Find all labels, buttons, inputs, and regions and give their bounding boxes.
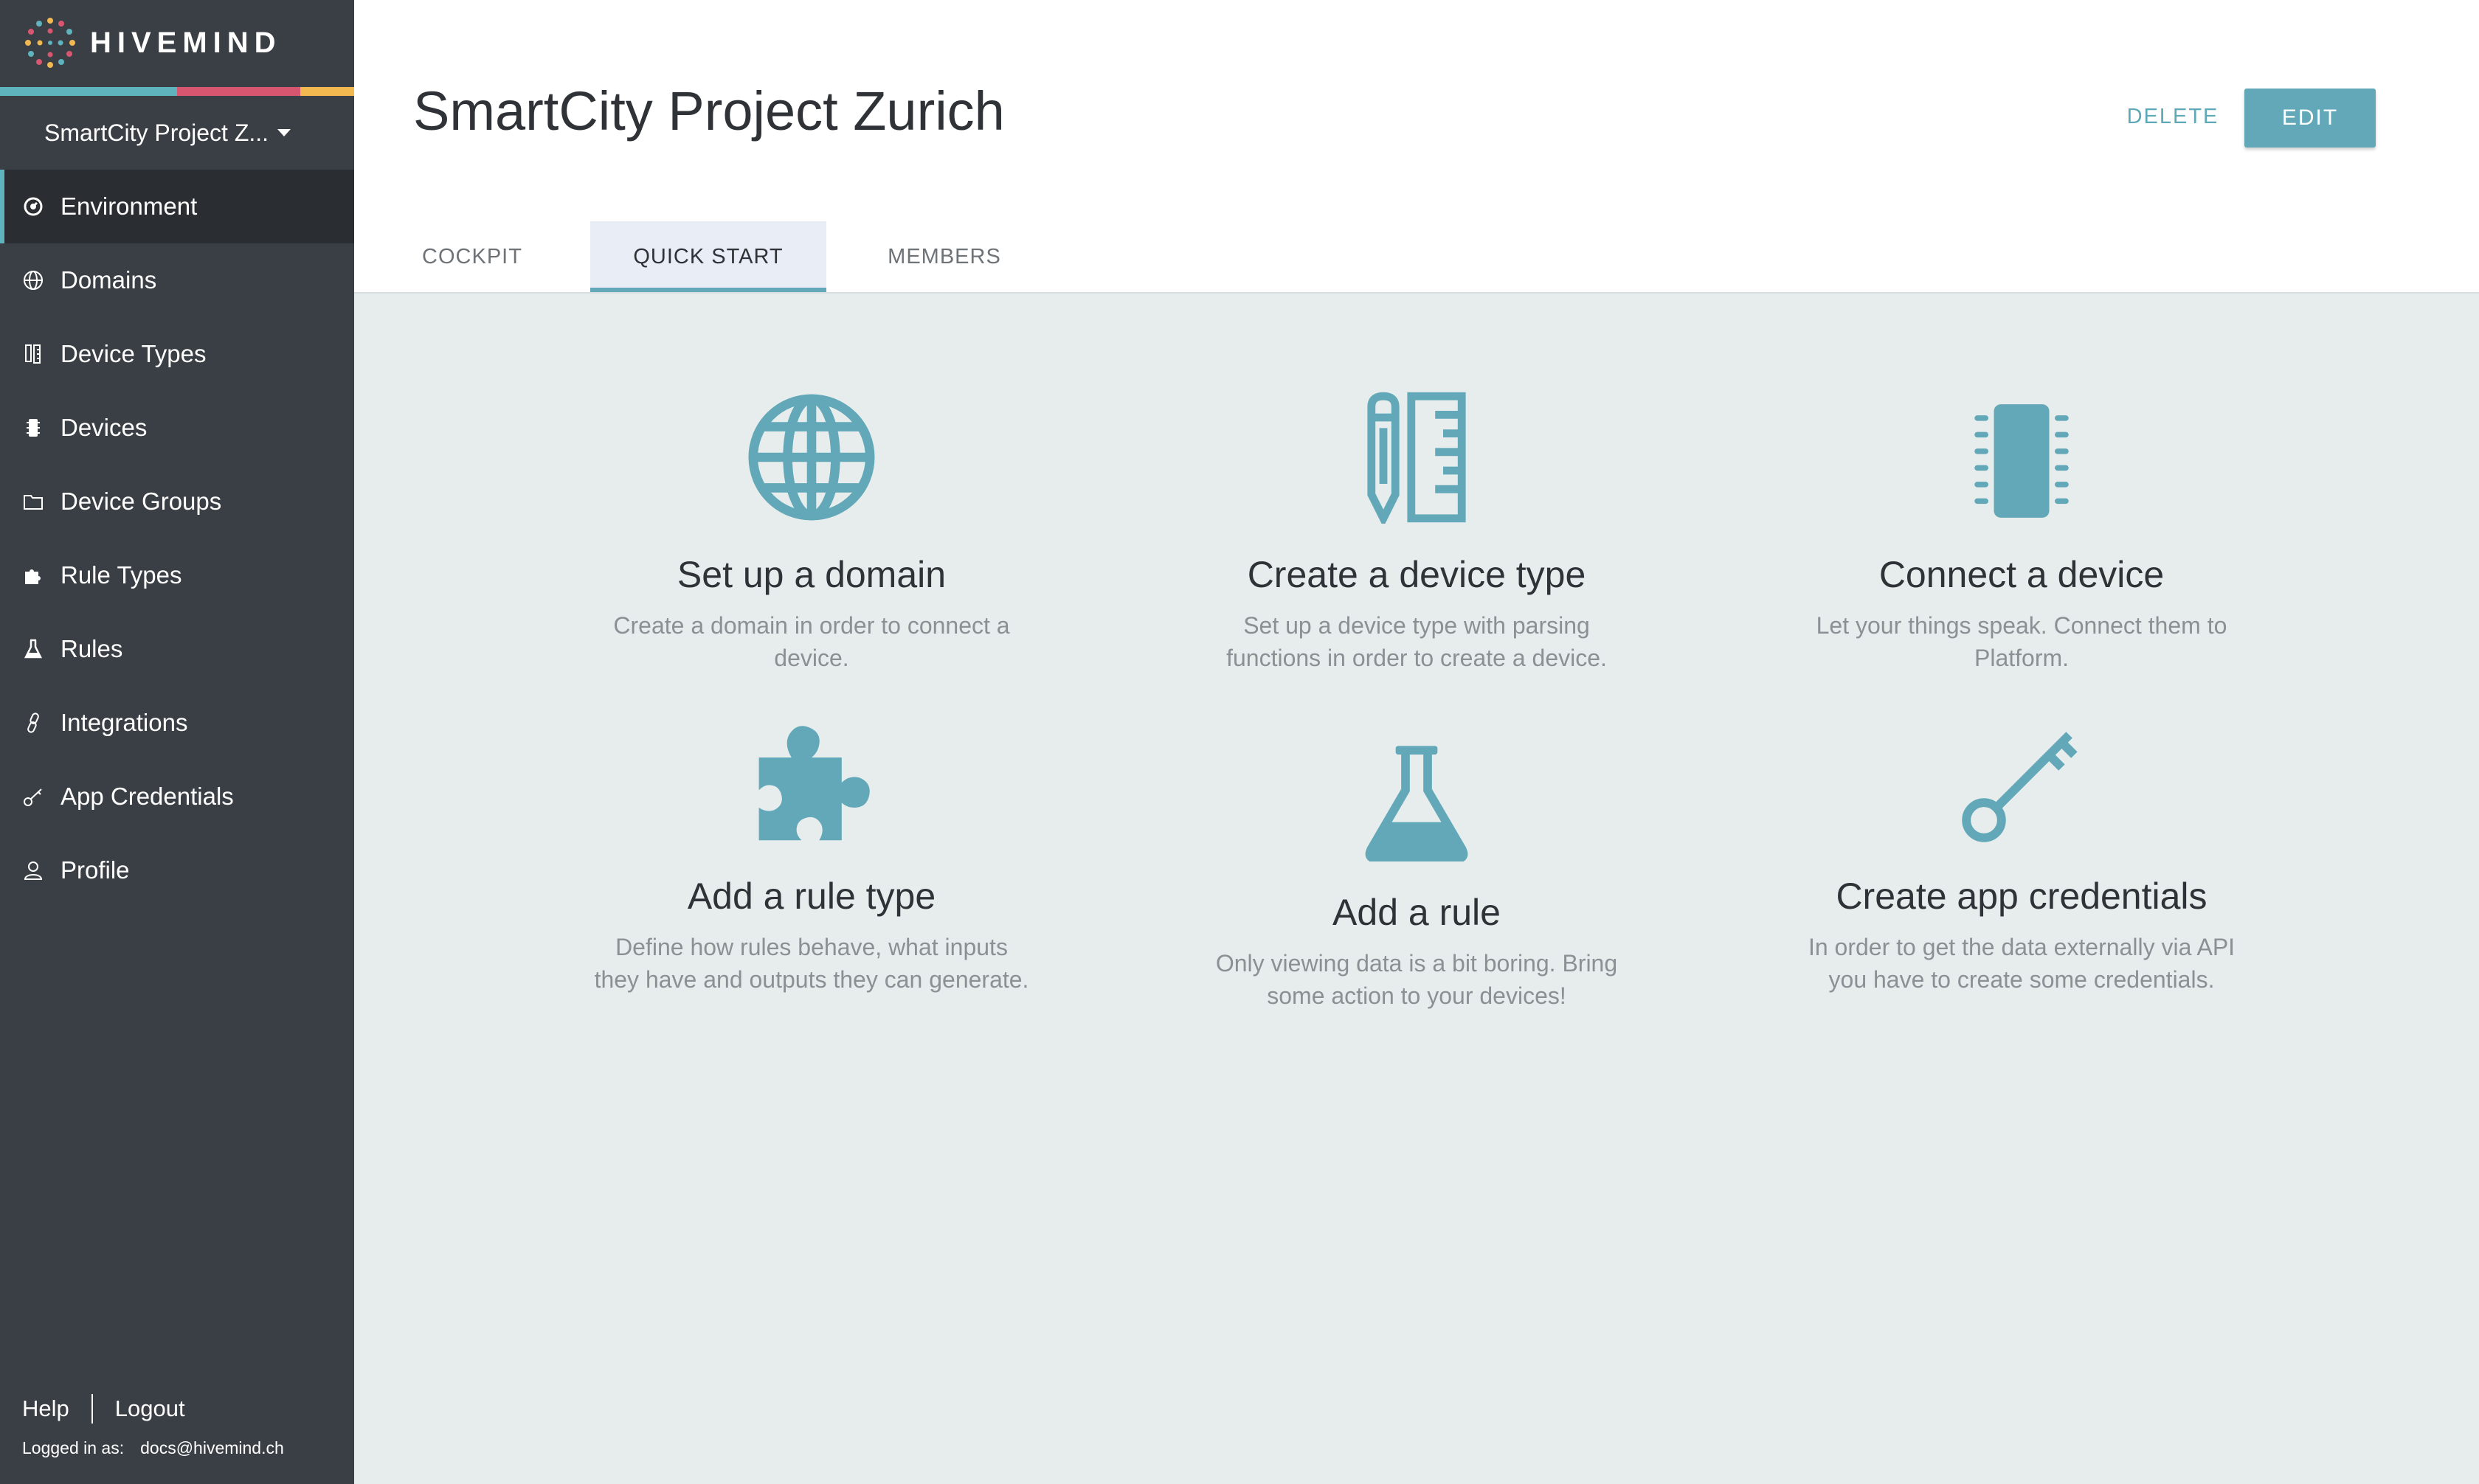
sidebar-item-rules[interactable]: Rules: [0, 612, 354, 686]
sidebar-item-label: Profile: [60, 856, 130, 884]
sidebar-item-environment[interactable]: Environment: [0, 170, 354, 243]
sidebar-item-label: Environment: [60, 193, 198, 220]
footer-divider: [91, 1394, 93, 1424]
card-title: Add a rule: [1332, 892, 1501, 933]
quick-start-card-domain[interactable]: Set up a domain Create a domain in order…: [553, 384, 1070, 674]
brand-stripe: [0, 87, 354, 96]
help-link[interactable]: Help: [22, 1395, 69, 1422]
quick-start-card-rule[interactable]: Add a rule Only viewing data is a bit bo…: [1158, 721, 1675, 1012]
sidebar-item-device-groups[interactable]: Device Groups: [0, 465, 354, 538]
key-icon: [1763, 705, 2280, 845]
sidebar-nav: Environment Domains Device Types Devices…: [0, 170, 354, 907]
tab-quick-start[interactable]: QUICK START: [590, 221, 826, 292]
sidebar-item-label: Rule Types: [60, 561, 182, 589]
sidebar-item-device-types[interactable]: Device Types: [0, 317, 354, 391]
tab-cockpit[interactable]: COCKPIT: [354, 221, 590, 292]
puzzle-icon: [553, 705, 1070, 845]
device-type-icon: [21, 341, 46, 367]
footer-links: Help Logout: [22, 1394, 347, 1424]
sidebar-footer: Help Logout Logged in as: docs@hivemind.c…: [22, 1394, 347, 1458]
user-email: docs@hivemind.ch: [140, 1438, 284, 1457]
sidebar-item-profile[interactable]: Profile: [0, 833, 354, 907]
sidebar-item-label: App Credentials: [60, 783, 234, 810]
card-description: In order to get the data externally via …: [1808, 934, 2236, 993]
logged-in-label: Logged in as:: [22, 1438, 125, 1457]
quick-start-card-device-type[interactable]: Create a device type Set up a device typ…: [1158, 384, 1675, 674]
card-description: Define how rules behave, what inputs the…: [594, 934, 1029, 993]
chip-icon: [21, 415, 46, 440]
sidebar-item-label: Devices: [60, 414, 148, 441]
sidebar-item-label: Domains: [60, 266, 157, 294]
sidebar-item-label: Device Groups: [60, 488, 222, 515]
sidebar: HIVEMIND SmartCity Project Z... Environm…: [0, 0, 354, 1484]
sidebar-item-label: Rules: [60, 635, 123, 662]
sidebar-item-label: Device Types: [60, 340, 207, 367]
edit-button[interactable]: EDIT: [2244, 89, 2376, 148]
page-title: SmartCity Project Zurich: [413, 80, 1005, 142]
card-title: Add a rule type: [687, 876, 936, 917]
tab-members[interactable]: MEMBERS: [826, 221, 1062, 292]
sidebar-item-integrations[interactable]: Integrations: [0, 686, 354, 760]
sidebar-item-app-credentials[interactable]: App Credentials: [0, 760, 354, 833]
project-selector[interactable]: SmartCity Project Z...: [0, 96, 354, 170]
flask-icon: [1158, 721, 1675, 861]
puzzle-icon: [21, 563, 46, 588]
card-title: Set up a domain: [677, 554, 947, 595]
globe-icon: [21, 268, 46, 293]
card-title: Create app credentials: [1836, 876, 2207, 917]
brand-logo[interactable]: HIVEMIND: [21, 13, 282, 72]
user-icon: [21, 858, 46, 883]
sidebar-item-devices[interactable]: Devices: [0, 391, 354, 465]
chip-icon: [1763, 384, 2280, 524]
pencil-ruler-icon: [1158, 384, 1675, 524]
logged-in-info: Logged in as: docs@hivemind.ch: [22, 1438, 347, 1458]
globe-icon: [553, 384, 1070, 524]
sidebar-item-label: Integrations: [60, 709, 188, 736]
folder-icon: [21, 489, 46, 514]
tab-bar: COCKPIT QUICK START MEMBERS: [354, 221, 1062, 292]
flask-icon: [21, 637, 46, 662]
quick-start-card-rule-type[interactable]: Add a rule type Define how rules behave,…: [553, 705, 1070, 996]
brand-name: HIVEMIND: [90, 26, 282, 59]
hivemind-logo-icon: [25, 18, 75, 68]
card-description: Create a domain in order to connect a de…: [613, 612, 1010, 671]
card-description: Only viewing data is a bit boring. Bring…: [1215, 950, 1618, 1009]
quick-start-card-app-credentials[interactable]: Create app credentials In order to get t…: [1763, 705, 2280, 996]
card-title: Create a device type: [1247, 554, 1586, 595]
page-header: SmartCity Project Zurich DELETE EDIT COC…: [354, 0, 2479, 294]
environment-icon: [21, 194, 46, 219]
card-title: Connect a device: [1878, 554, 2165, 595]
link-icon: [21, 710, 46, 735]
logout-link[interactable]: Logout: [115, 1395, 185, 1422]
sidebar-item-rule-types[interactable]: Rule Types: [0, 538, 354, 612]
caret-down-icon: [277, 129, 291, 136]
sidebar-item-domains[interactable]: Domains: [0, 243, 354, 317]
key-icon: [21, 784, 46, 809]
delete-button[interactable]: DELETE: [2121, 89, 2224, 145]
card-description: Set up a device type with parsing functi…: [1226, 612, 1607, 671]
project-selector-label: SmartCity Project Z...: [44, 119, 269, 146]
card-description: Let your things speak. Connect them to P…: [1816, 612, 2227, 671]
quick-start-card-device[interactable]: Connect a device Let your things speak. …: [1763, 384, 2280, 674]
